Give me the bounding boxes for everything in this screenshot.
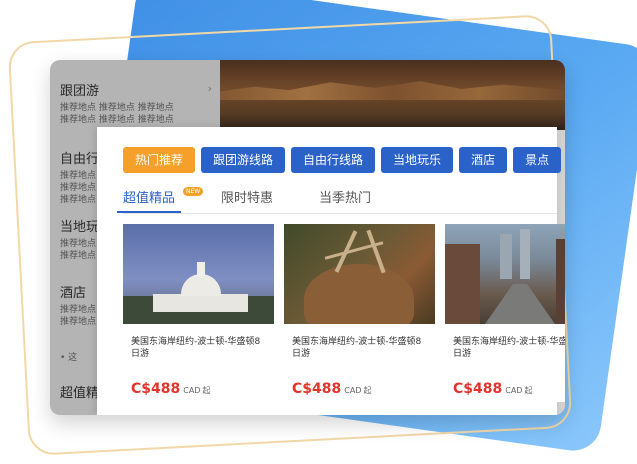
tab-deals[interactable]: 超值精品 NEW [116, 187, 204, 213]
nav-button-free[interactable]: 自由行线路 [291, 147, 376, 173]
product-card[interactable]: 美国东海岸纽约-波士顿-华盛顿8日游 C$488CAD起 [123, 224, 274, 402]
price-amount: C$488 [131, 381, 181, 397]
product-title[interactable]: 美国东海岸纽约-波士顿-华盛顿8日游 [292, 336, 427, 360]
tab-label: 限时特惠 [221, 191, 274, 206]
product-price: C$488 CAD 起 [453, 378, 565, 397]
price-suffix: 起 [202, 386, 211, 395]
elk-image[interactable] [284, 224, 435, 324]
product-title[interactable]: 美国东海岸纽约-波士顿-华盛顿8日游 [131, 336, 266, 360]
capitol-building-image[interactable] [123, 224, 274, 324]
new-badge: NEW [183, 187, 204, 196]
nav-button-hotel[interactable]: 酒店 [459, 147, 508, 173]
price-currency: CAD [505, 386, 523, 395]
product-list: 美国东海岸纽约-波士顿-华盛顿8日游 C$488 CAD 起 美国东海岸纽约-波士顿… [123, 224, 565, 402]
price-suffix: 起 [363, 386, 372, 395]
sub-tabs: 超值精品 NEW 限时特惠 当季热门 [116, 187, 417, 213]
tab-label: 当季热门 [319, 191, 372, 206]
product-price: C$488 CAD 起 [292, 378, 435, 397]
recommendation-panel: 热门推荐 跟团游线路 自由行线路 当地玩乐 酒店 景点 超值精品 NEW 限时特… [97, 127, 565, 415]
tab-label: 超值精品 [123, 191, 176, 206]
product-price: C$488 CAD 起 [131, 378, 274, 397]
nav-button-attractions[interactable]: 景点 [513, 147, 562, 173]
category-nav: 热门推荐 跟团游线路 自由行线路 当地玩乐 酒店 景点 [123, 147, 562, 173]
nav-button-local[interactable]: 当地玩乐 [381, 147, 454, 173]
app-window: › 跟团游 推荐地点 推荐地点 推荐地点 推荐地点 推荐地点 推荐地点 自由行 … [50, 60, 565, 415]
nav-button-hot[interactable]: 热门推荐 [123, 147, 196, 173]
product-title[interactable]: 美国东海岸纽约-波士顿-华盛顿8日游 [453, 336, 565, 360]
tab-limited[interactable]: 限时特惠 [221, 187, 273, 212]
product-card[interactable]: 美国东海岸纽约-波士顿-华盛顿8日游 C$488CAD起 [284, 224, 435, 402]
price-currency: CAD [183, 386, 201, 395]
nav-button-tour[interactable]: 跟团游线路 [201, 147, 286, 173]
city-street-image[interactable] [445, 224, 565, 324]
tab-divider [123, 213, 557, 214]
tab-seasonal[interactable]: 当季热门 [319, 187, 371, 212]
price-currency: CAD [344, 386, 362, 395]
price-amount: C$488 [453, 381, 503, 397]
price-suffix: 起 [524, 386, 533, 395]
price-amount: C$488 [292, 381, 342, 397]
product-card[interactable]: 美国东海岸纽约-波士顿-华盛顿8日游 C$488CAD起 [445, 224, 565, 402]
